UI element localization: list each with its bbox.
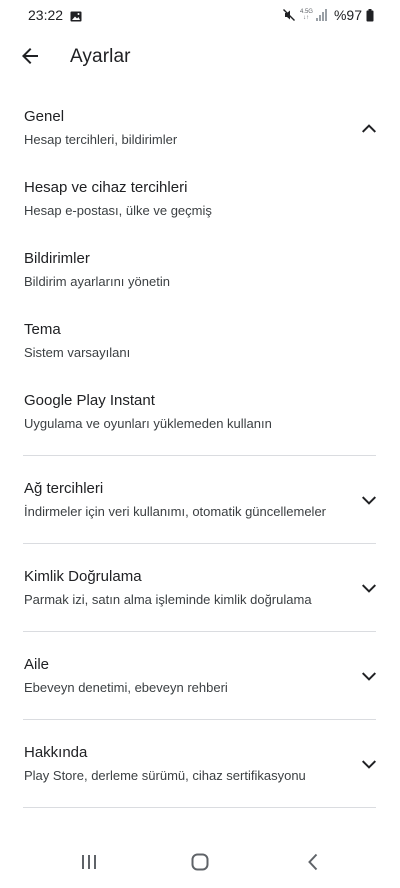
section-divider (23, 807, 376, 808)
section-divider (23, 631, 376, 632)
status-time: 23:22 (28, 7, 64, 23)
signal-icon (315, 9, 328, 21)
settings-item-title: Tema (24, 321, 61, 338)
settings-item-ag-tercihleri[interactable]: Ağ tercihleri İndirmeler için veri kulla… (0, 472, 400, 532)
gallery-notification-icon (70, 9, 82, 22)
section-divider (23, 543, 376, 544)
chevron-up-icon[interactable] (360, 119, 378, 137)
battery-percentage: %97 (333, 7, 362, 23)
back-button[interactable] (10, 38, 50, 78)
settings-item-title: Aile (24, 656, 50, 673)
settings-item-hakkinda[interactable]: Hakkında Play Store, derleme sürümü, cih… (0, 736, 400, 796)
settings-item-title: Kimlik Doğrulama (24, 568, 142, 585)
chevron-down-icon[interactable] (360, 755, 378, 773)
settings-item-subtitle: İndirmeler için veri kullanımı, otomatik… (24, 504, 327, 519)
section-divider (23, 455, 376, 456)
chevron-down-icon[interactable] (360, 491, 378, 509)
settings-item-aile[interactable]: Aile Ebeveyn denetimi, ebeveyn rehberi (0, 648, 400, 708)
settings-item-title: Bildirimler (24, 250, 90, 267)
settings-item-subtitle: Play Store, derleme sürümü, cihaz sertif… (24, 768, 306, 783)
arrow-back-icon (20, 46, 40, 71)
recents-icon (81, 854, 97, 875)
home-button[interactable] (185, 852, 215, 876)
settings-item-title: Google Play Instant (24, 392, 155, 409)
settings-item-title: Hakkında (24, 744, 88, 761)
settings-item-google-play-instant[interactable]: Google Play Instant Uygulama ve oyunları… (0, 384, 400, 444)
chevron-down-icon[interactable] (360, 579, 378, 597)
settings-item-title: Hesap ve cihaz tercihleri (24, 179, 188, 196)
section-divider (23, 719, 376, 720)
settings-item-genel[interactable]: Genel Hesap tercihleri, bildirimler (0, 100, 400, 160)
mute-icon (282, 8, 296, 22)
settings-item-subtitle: Hesap tercihleri, bildirimler (24, 132, 178, 147)
settings-item-subtitle: Uygulama ve oyunları yüklemeden kullanın (24, 416, 272, 431)
settings-item-subtitle: Bildirim ayarlarını yönetin (24, 274, 170, 289)
settings-item-hesap-cihaz[interactable]: Hesap ve cihaz tercihleri Hesap e-postas… (0, 171, 400, 231)
app-bar: Ayarlar (0, 30, 400, 86)
status-indicators: 4.5G ↓↑ %97 (282, 6, 374, 24)
network-activity-label: ↓↑ (302, 15, 309, 21)
home-icon (191, 853, 209, 876)
settings-item-bildirimler[interactable]: Bildirimler Bildirim ayarlarını yönetin (0, 242, 400, 302)
settings-item-subtitle: Sistem varsayılanı (24, 345, 131, 360)
settings-item-tema[interactable]: Tema Sistem varsayılanı (0, 313, 400, 373)
chevron-down-icon[interactable] (360, 667, 378, 685)
settings-item-title: Ağ tercihleri (24, 480, 104, 497)
page-title: Ayarlar (70, 46, 131, 67)
network-type-indicator: 4.5G ↓↑ (300, 9, 313, 21)
recents-button[interactable] (74, 852, 104, 876)
settings-item-subtitle: Parmak izi, satın alma işleminde kimlik … (24, 592, 312, 607)
nav-back-icon (307, 853, 319, 876)
settings-item-title: Genel (24, 108, 65, 125)
battery-icon (366, 8, 374, 22)
system-nav-bar (0, 842, 400, 888)
settings-item-subtitle: Hesap e-postası, ülke ve geçmiş (24, 203, 212, 218)
nav-back-button[interactable] (298, 852, 328, 876)
status-bar: 23:22 4.5G ↓↑ %97 (0, 0, 400, 30)
settings-item-kimlik-dogrulama[interactable]: Kimlik Doğrulama Parmak izi, satın alma … (0, 560, 400, 620)
settings-item-subtitle: Ebeveyn denetimi, ebeveyn rehberi (24, 680, 228, 695)
